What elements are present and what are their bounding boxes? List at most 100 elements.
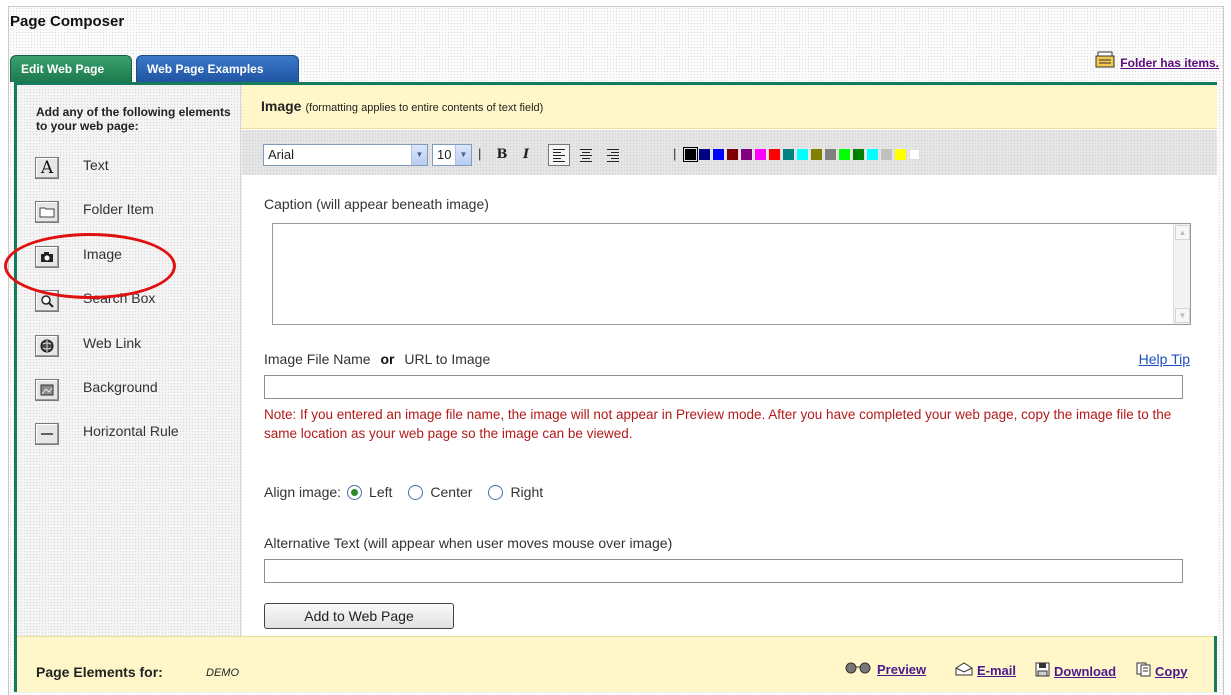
align-left-radio[interactable]	[347, 484, 363, 500]
color-swatch[interactable]	[825, 149, 836, 160]
chevron-down-icon: ▼	[411, 145, 427, 165]
color-swatch[interactable]	[783, 149, 794, 160]
elements-heading: Add any of the following elements to you…	[36, 105, 231, 133]
color-swatch[interactable]	[811, 149, 822, 160]
copy-icon	[1136, 662, 1151, 680]
element-label: Image	[83, 246, 122, 262]
color-swatch[interactable]	[867, 149, 878, 160]
element-background[interactable]: Background	[35, 378, 158, 402]
color-swatch[interactable]	[797, 149, 808, 160]
element-image[interactable]: Image	[35, 245, 122, 269]
element-label: Horizontal Rule	[83, 423, 179, 439]
image-file-label: Image File Name or URL to Image	[264, 351, 490, 367]
copy-link[interactable]: Copy	[1136, 662, 1188, 680]
preview-label: Preview	[877, 662, 927, 677]
caption-label: Caption (will appear beneath image)	[264, 196, 489, 212]
glasses-icon	[843, 662, 873, 677]
element-label: Web Link	[83, 335, 142, 351]
element-horizontal-rule[interactable]: Horizontal Rule	[35, 422, 179, 446]
align-center-button[interactable]	[575, 144, 597, 166]
align-option-label: Left	[369, 484, 393, 500]
color-swatch[interactable]	[683, 147, 698, 162]
download-link[interactable]: Download	[1035, 662, 1116, 680]
color-swatch[interactable]	[839, 149, 850, 160]
color-swatch[interactable]	[909, 149, 920, 160]
element-label: Background	[83, 379, 158, 395]
image-file-input[interactable]	[264, 375, 1183, 399]
color-swatch[interactable]	[853, 149, 864, 160]
alt-text-label: Alternative Text (will appear when user …	[264, 535, 673, 551]
color-swatch[interactable]	[741, 149, 752, 160]
align-center-radio[interactable]	[408, 484, 424, 500]
page-name: DEMO	[206, 667, 239, 679]
floppy-disk-icon	[1035, 662, 1050, 680]
file-name-label-text: Image File Name	[264, 351, 371, 367]
element-label: Text	[83, 157, 109, 173]
page-elements-bar: Page Elements for: DEMO Preview E-mail D…	[17, 636, 1214, 692]
caption-textarea[interactable]: ▲ ▼	[272, 223, 1191, 325]
download-label: Download	[1054, 663, 1117, 679]
element-web-link[interactable]: Web Link	[35, 334, 141, 358]
image-form-title: Image (formatting applies to entire conte…	[261, 98, 543, 114]
camera-icon	[35, 246, 59, 268]
tab-web-page-examples[interactable]: Web Page Examples	[136, 55, 299, 82]
align-label: Align image:	[264, 484, 342, 500]
globe-icon	[35, 335, 59, 357]
email-icon	[955, 662, 973, 679]
preview-link[interactable]: Preview	[843, 662, 926, 677]
italic-button[interactable]: I	[516, 144, 536, 166]
align-right-button[interactable]	[601, 144, 623, 166]
image-title-text: Image	[261, 98, 302, 114]
color-swatch[interactable]	[699, 149, 710, 160]
caption-scrollbar[interactable]: ▲ ▼	[1173, 224, 1190, 324]
image-note: Note: If you entered an image file name,…	[264, 407, 1172, 441]
magnifier-icon	[35, 290, 59, 312]
bold-button[interactable]: B	[492, 144, 512, 166]
color-swatch[interactable]	[769, 149, 780, 160]
align-option-label: Center	[430, 484, 473, 500]
element-label: Folder Item	[83, 201, 154, 217]
toolbar-separator: |	[478, 146, 482, 161]
add-to-web-page-button[interactable]: Add to Web Page	[264, 603, 454, 629]
element-text[interactable]: A Text	[35, 156, 109, 180]
email-label: E-mail	[977, 663, 1017, 678]
font-value: Arial	[268, 147, 295, 162]
scroll-up-icon[interactable]: ▲	[1175, 225, 1190, 240]
scroll-down-icon[interactable]: ▼	[1175, 308, 1190, 323]
folder-icon	[35, 201, 59, 223]
email-link[interactable]: E-mail	[955, 662, 1016, 679]
app-title: Page Composer	[10, 13, 125, 30]
or-label: or	[380, 351, 395, 367]
url-label-text: URL to Image	[404, 351, 491, 367]
align-left-button[interactable]	[548, 144, 570, 166]
tab-edit-web-page[interactable]: Edit Web Page	[10, 55, 132, 82]
alt-text-input[interactable]	[264, 559, 1183, 583]
format-toolbar: Arial ▼ 10 ▼ | B I |	[242, 130, 1217, 175]
folder-has-items-link[interactable]: Folder has items.	[1094, 50, 1219, 70]
color-swatch[interactable]	[881, 149, 892, 160]
color-swatch[interactable]	[713, 149, 724, 160]
help-tip-link[interactable]: Help Tip	[1139, 351, 1190, 367]
composer-main: Add any of the following elements to you…	[4, 82, 1217, 692]
element-search-box[interactable]: Search Box	[35, 289, 155, 313]
elements-panel: Add any of the following elements to you…	[4, 85, 241, 636]
image-form-panel: Image (formatting applies to entire conte…	[242, 85, 1217, 636]
image-form-header: Image (formatting applies to entire conte…	[242, 85, 1217, 129]
background-icon	[35, 379, 59, 401]
element-label: Search Box	[83, 290, 156, 306]
copy-label: Copy	[1155, 663, 1188, 679]
chevron-down-icon: ▼	[455, 145, 471, 165]
text-A-icon: A	[35, 157, 59, 179]
color-swatches	[683, 147, 920, 162]
folder-has-items-label: Folder has items.	[1120, 56, 1219, 70]
color-swatch[interactable]	[895, 149, 906, 160]
horizontal-rule-icon	[35, 423, 59, 445]
color-swatch[interactable]	[755, 149, 766, 160]
font-select[interactable]: Arial ▼	[263, 144, 428, 166]
element-folder-item[interactable]: Folder Item	[35, 200, 154, 224]
page-elements-label: Page Elements for:	[36, 664, 163, 680]
align-right-radio[interactable]	[488, 484, 504, 500]
color-swatch[interactable]	[727, 149, 738, 160]
font-size-select[interactable]: 10 ▼	[432, 144, 472, 166]
align-option-label: Right	[510, 484, 544, 500]
